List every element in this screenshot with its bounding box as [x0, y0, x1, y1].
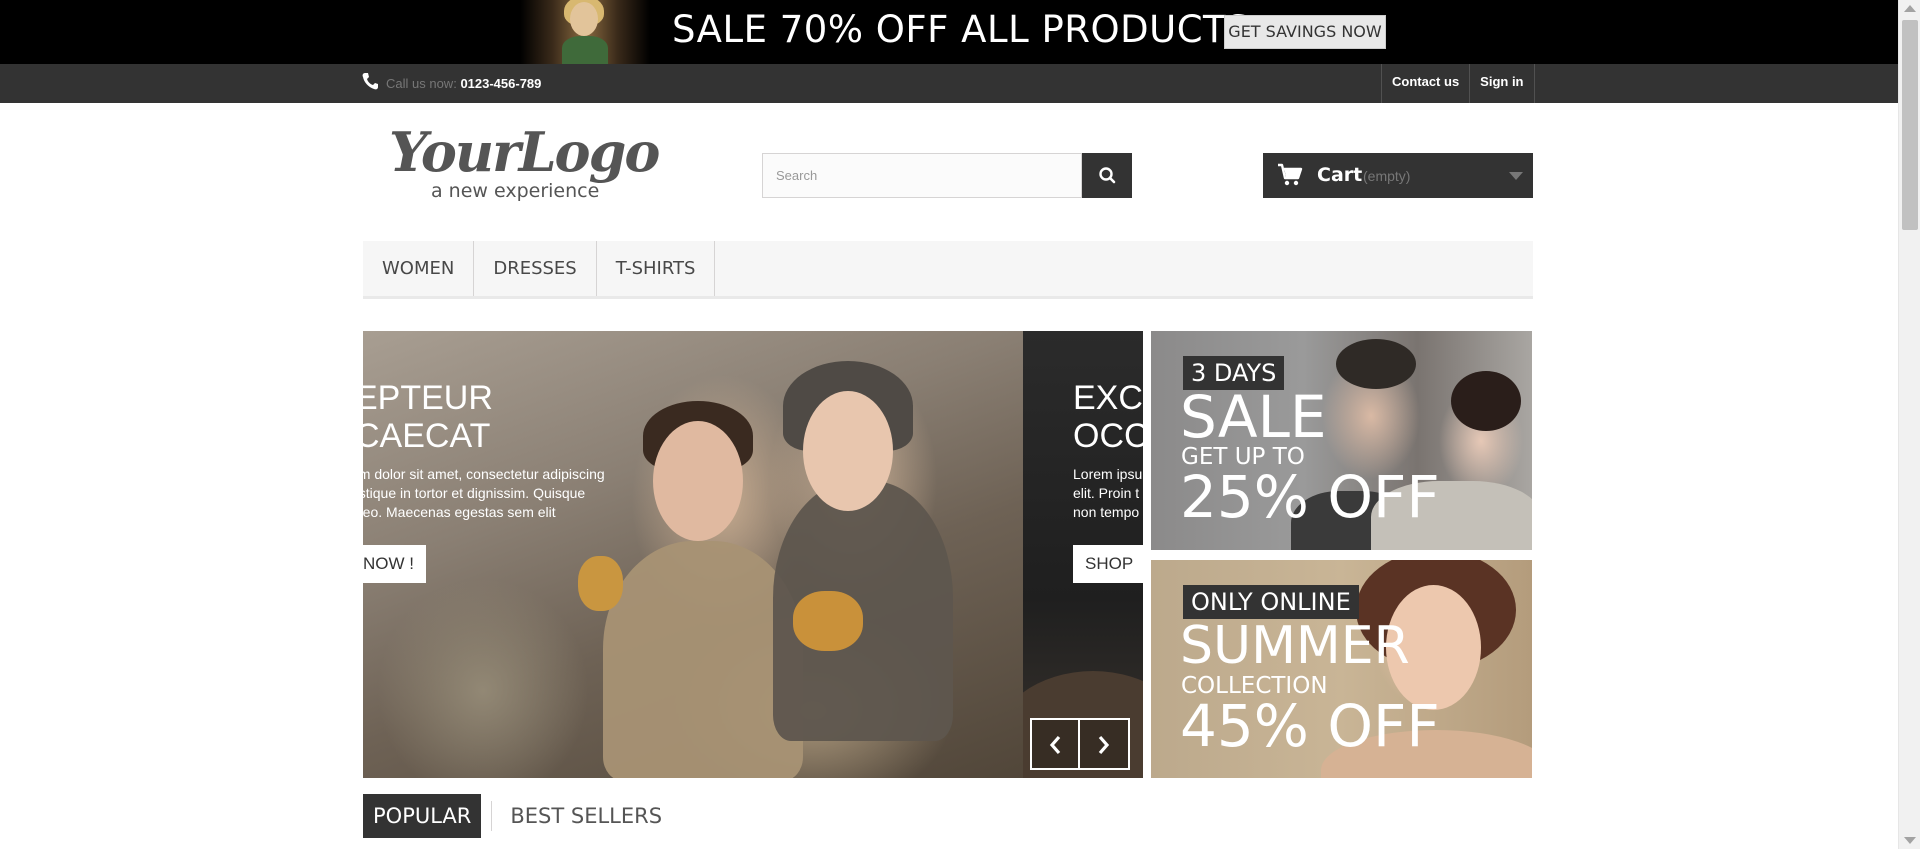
scroll-down-icon[interactable]: [1904, 837, 1916, 844]
cart-status: (empty): [1363, 168, 1411, 184]
product-tabs: POPULAR BEST SELLERS: [363, 794, 670, 838]
caret-down-icon: [1509, 172, 1523, 180]
site-logo[interactable]: YourLogo a new experience: [385, 120, 675, 210]
banner-2-tag: ONLY ONLINE: [1183, 585, 1359, 619]
search-icon: [1099, 167, 1116, 184]
account-links: Contact us Sign in: [1381, 64, 1535, 103]
call-label: Call us now:: [386, 76, 457, 91]
scroll-thumb[interactable]: [1902, 20, 1918, 230]
promo-model-image: [520, 0, 650, 64]
slider-controls: [1030, 718, 1130, 770]
slide-1-desc-line: r leo. Maecenas egestas sem elit: [363, 504, 556, 520]
search-form: [762, 153, 1132, 198]
sign-in-link[interactable]: Sign in: [1470, 64, 1535, 103]
scroll-up-icon[interactable]: [1904, 5, 1916, 12]
tab-best-sellers[interactable]: BEST SELLERS: [502, 794, 670, 838]
homepage-slider[interactable]: EPTEUR CAECAT um dolor sit amet, consect…: [363, 331, 1143, 778]
slide-2-desc-line: elit. Proin t: [1073, 485, 1140, 501]
call-us: Call us now: 0123-456-789: [386, 76, 541, 91]
phone-icon: [362, 72, 378, 90]
slide-2-desc-line: Lorem ipsu: [1073, 466, 1143, 482]
tab-popular[interactable]: POPULAR: [363, 794, 482, 838]
slider-next-button[interactable]: [1080, 718, 1130, 770]
menu-item-women[interactable]: WOMEN: [363, 241, 475, 296]
slide-image-1: EPTEUR CAECAT um dolor sit amet, consect…: [363, 331, 1023, 778]
get-savings-button[interactable]: GET SAVINGS NOW: [1224, 15, 1386, 49]
phone-number: 0123-456-789: [460, 76, 542, 91]
slide-1-title: EPTEUR CAECAT: [363, 379, 493, 455]
slide-2-title: EXC OCC: [1073, 379, 1143, 455]
cart-label: Cart: [1317, 164, 1363, 186]
logo-tagline: a new experience: [431, 180, 600, 202]
logo-wordmark: YourLogo: [389, 120, 660, 184]
cart-icon: [1277, 163, 1303, 187]
slide-2-title-line: OCC: [1073, 417, 1143, 455]
menu-item-dresses[interactable]: DRESSES: [474, 241, 597, 296]
slide-1-title-line: EPTEUR: [363, 379, 493, 417]
slide-1-desc-line: um dolor sit amet, consectetur adipiscin…: [363, 466, 605, 482]
tab-divider: [491, 801, 493, 831]
top-nav-bar: Call us now: 0123-456-789 Contact us Sig…: [0, 64, 1898, 103]
category-menu: WOMEN DRESSES T-SHIRTS: [363, 241, 1533, 299]
promo-headline: SALE 70% OFF ALL PRODUCTS: [672, 8, 1251, 51]
search-button[interactable]: [1082, 153, 1132, 198]
slide-1-title-line: CAECAT: [363, 417, 491, 455]
chevron-left-icon: [1049, 735, 1061, 755]
promo-banner[interactable]: SALE 70% OFF ALL PRODUCTS GET SAVINGS NO…: [0, 0, 1898, 64]
slide-1-shop-button[interactable]: NOW !: [363, 545, 426, 583]
banner-1-offer: 25% OFF: [1180, 463, 1440, 531]
banner-2-offer: 45% OFF: [1180, 692, 1440, 760]
search-input[interactable]: [762, 153, 1082, 198]
sale-banner[interactable]: 3 DAYS SALE GET UP TO 25% OFF: [1151, 331, 1532, 550]
banner-2-headline: SUMMER: [1180, 616, 1410, 676]
vertical-scrollbar[interactable]: [1898, 0, 1920, 849]
summer-banner[interactable]: ONLY ONLINE SUMMER COLLECTION 45% OFF: [1151, 560, 1532, 778]
banner-1-headline: SALE: [1180, 383, 1327, 451]
slide-2-shop-button[interactable]: SHOP: [1073, 545, 1143, 583]
slide-2-desc-line: non tempo: [1073, 504, 1140, 520]
slide-2-title-line: EXC: [1073, 379, 1143, 417]
slide-1-desc-line: ristique in tortor et dignissim. Quisque: [363, 485, 586, 501]
contact-us-link[interactable]: Contact us: [1382, 64, 1471, 103]
chevron-right-icon: [1098, 735, 1110, 755]
menu-item-tshirts[interactable]: T-SHIRTS: [597, 241, 716, 296]
slide-image-2: EXC OCC Lorem ipsu elit. Proin t non tem…: [1023, 331, 1143, 778]
slide-2-description: Lorem ipsu elit. Proin t non tempo: [1073, 465, 1143, 522]
cart-button[interactable]: Cart (empty): [1263, 153, 1533, 198]
slider-prev-button[interactable]: [1030, 718, 1080, 770]
slide-1-description: um dolor sit amet, consectetur adipiscin…: [363, 465, 641, 522]
